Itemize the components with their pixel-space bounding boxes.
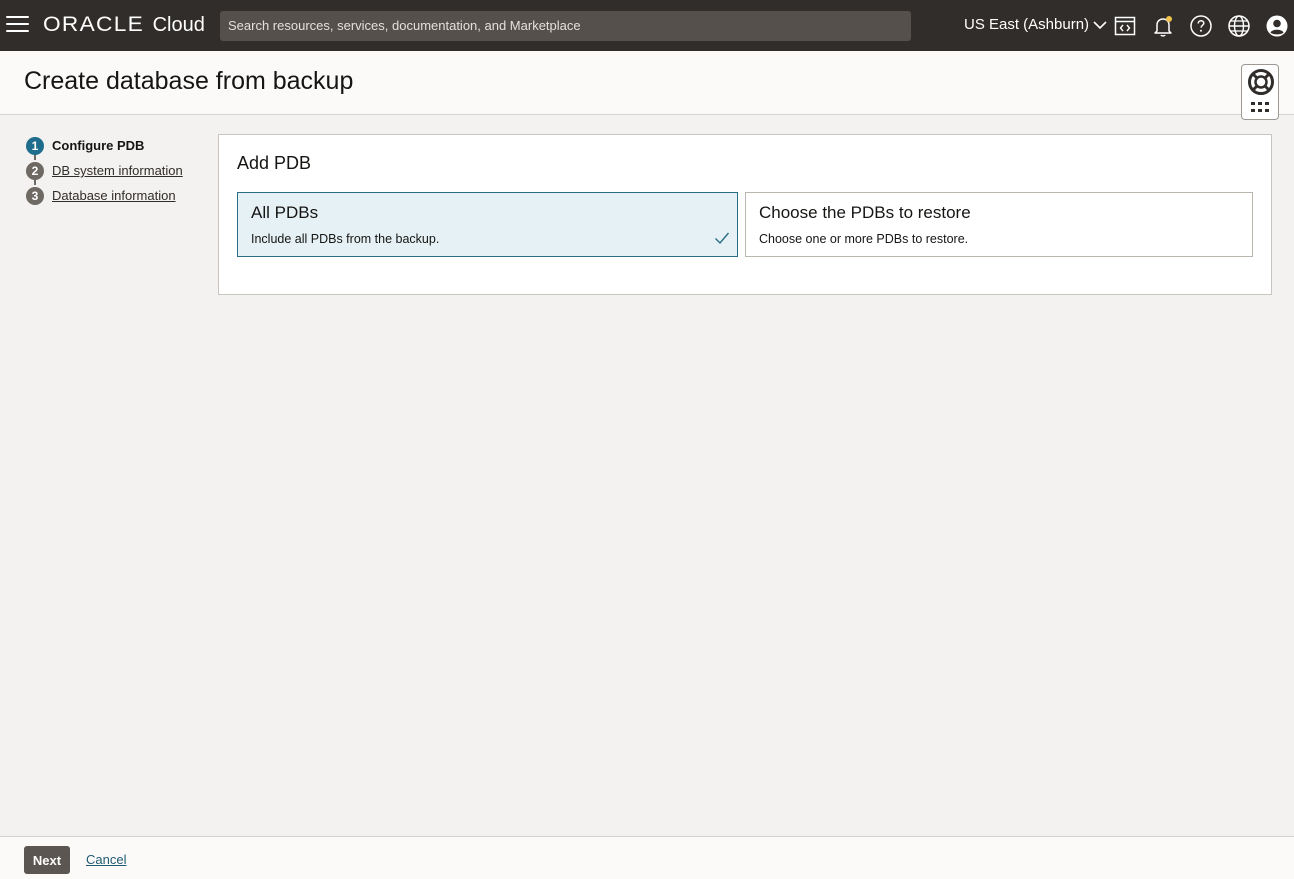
page-title: Create database from backup: [24, 67, 354, 95]
cancel-link[interactable]: Cancel: [86, 852, 126, 867]
wizard-footer: Next Cancel: [0, 836, 1294, 879]
step-number: 2: [26, 161, 44, 180]
option-description: Include all PDBs from the backup.: [251, 232, 440, 246]
section-title: Add PDB: [237, 153, 312, 173]
menu-icon[interactable]: [6, 16, 29, 34]
add-pdb-panel: Add PDB All PDBs Include all PDBs from t…: [218, 134, 1272, 295]
step-link[interactable]: DB system information: [52, 163, 183, 178]
user-avatar-icon[interactable]: [1265, 14, 1289, 38]
checkmark-icon: [715, 232, 730, 245]
step-label: Configure PDB: [52, 138, 145, 153]
step-configure-pdb: 1 Configure PDB: [26, 133, 206, 158]
code-editor-icon[interactable]: [1113, 14, 1137, 38]
step-link[interactable]: Database information: [52, 188, 176, 203]
lifebuoy-icon[interactable]: [1247, 68, 1275, 96]
global-search-input[interactable]: Search resources, services, documentatio…: [220, 11, 911, 41]
option-title: All PDBs: [251, 203, 319, 222]
step-database-information[interactable]: 3 Database information: [26, 183, 206, 208]
step-db-system-information[interactable]: 2 DB system information: [26, 158, 206, 183]
oracle-cloud-logo[interactable]: ORACLE Cloud: [43, 13, 205, 39]
brand-cloud-text: Cloud: [152, 14, 205, 36]
step-number: 1: [26, 136, 44, 155]
apps-grid-icon[interactable]: [1251, 102, 1271, 114]
step-number: 3: [26, 186, 44, 205]
next-button[interactable]: Next: [24, 846, 70, 874]
region-selector[interactable]: US East (Ashburn): [964, 16, 1107, 33]
option-title: Choose the PDBs to restore: [759, 203, 971, 222]
option-tile-all-pdbs[interactable]: All PDBs Include all PDBs from the backu…: [237, 192, 738, 257]
wizard-steps: 1 Configure PDB 2 DB system information …: [26, 133, 206, 208]
page-header: Create database from backup: [0, 51, 1294, 115]
help-icon[interactable]: [1189, 14, 1213, 38]
top-navigation-bar: ORACLE Cloud Search resources, services,…: [0, 0, 1294, 51]
bell-icon[interactable]: [1151, 14, 1175, 38]
help-widget[interactable]: [1241, 64, 1279, 120]
chevron-down-icon: [1093, 20, 1107, 29]
region-label: US East (Ashburn): [964, 16, 1090, 33]
brand-oracle-text: ORACLE: [43, 13, 145, 36]
globe-icon[interactable]: [1227, 14, 1251, 38]
option-tile-choose-pdbs[interactable]: Choose the PDBs to restore Choose one or…: [745, 192, 1253, 257]
option-description: Choose one or more PDBs to restore.: [759, 232, 969, 246]
